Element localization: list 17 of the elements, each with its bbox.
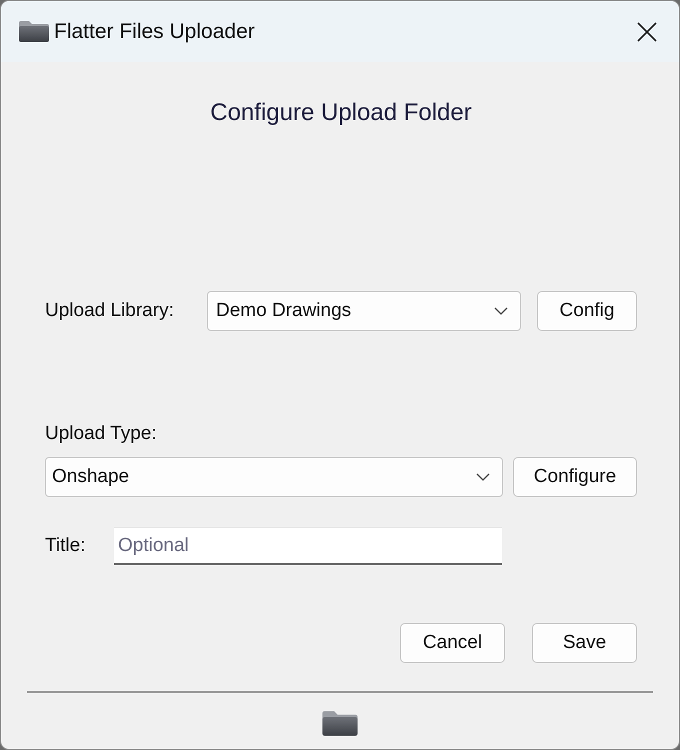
folder-icon xyxy=(321,710,359,737)
field-label: Upload Type: xyxy=(45,422,158,446)
cancel-button[interactable]: Cancel xyxy=(400,623,505,663)
folder-icon xyxy=(18,20,50,43)
field-label: Title: xyxy=(45,535,86,557)
config-button[interactable]: Config xyxy=(537,291,637,331)
title-input[interactable]: Optional xyxy=(114,527,502,565)
dialog-heading: Configure Upload Folder xyxy=(209,98,473,128)
save-button[interactable]: Save xyxy=(532,623,637,663)
field-label: Upload Library: xyxy=(45,300,175,322)
chevron-down-icon xyxy=(494,307,508,315)
upload-type-dropdown[interactable]: Onshape xyxy=(45,457,503,497)
window-title: Flatter Files Uploader xyxy=(54,20,256,44)
chevron-down-icon xyxy=(476,473,490,481)
close-icon[interactable] xyxy=(637,22,657,42)
configure-button[interactable]: Configure xyxy=(513,457,637,497)
library-dropdown[interactable]: Demo Drawings xyxy=(207,291,521,331)
